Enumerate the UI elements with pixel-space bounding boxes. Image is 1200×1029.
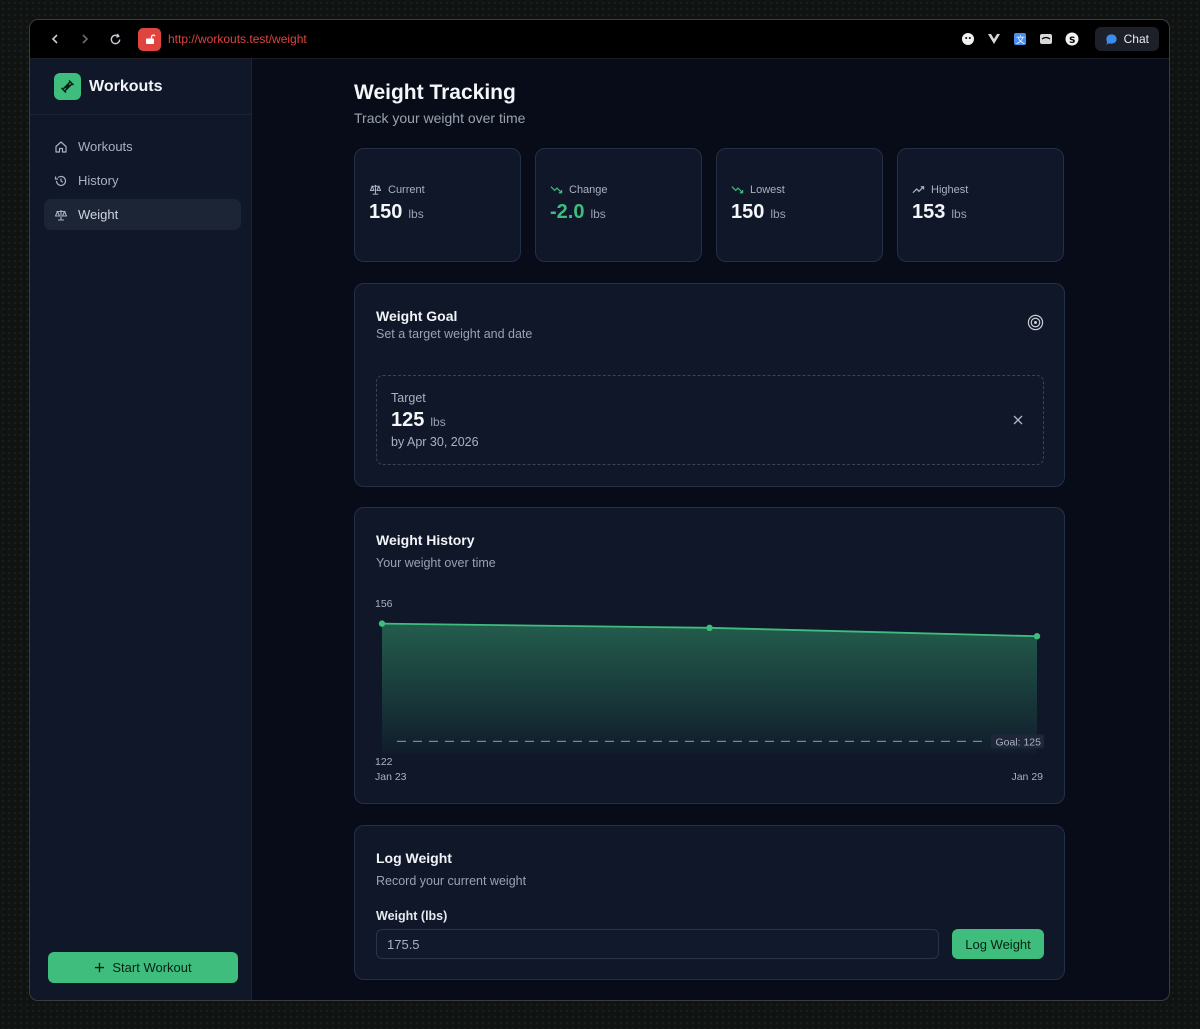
insecure-lock-button[interactable]: [138, 27, 161, 51]
stat-card-lowest: Lowest 150 lbs: [716, 148, 883, 262]
dumbbell-icon: [54, 73, 81, 100]
svg-text:文: 文: [1016, 34, 1025, 46]
chevron-left-icon: [51, 34, 58, 44]
target-label: Target: [391, 391, 426, 405]
y-tick-label: 122: [375, 756, 393, 768]
chart-area-fill: [382, 623, 1037, 754]
stat-label: Lowest: [750, 183, 785, 196]
log-subtitle: Record your current weight: [376, 874, 527, 888]
log-weight-button[interactable]: Log Weight: [952, 929, 1044, 959]
home-icon: [55, 140, 67, 153]
goal-label: Goal: 125: [995, 736, 1041, 748]
sidebar-item-label: History: [78, 173, 119, 188]
target-unit: lbs: [430, 415, 446, 429]
stat-card-highest: Highest 153 lbs: [897, 148, 1064, 262]
extension-vue-icon[interactable]: [987, 32, 1002, 47]
extension-box-icon[interactable]: [1039, 32, 1054, 47]
svg-text:S: S: [1069, 36, 1075, 46]
stat-value: -2.0: [550, 201, 585, 223]
sidebar: Workouts Workouts History Weight Start W…: [30, 59, 252, 1000]
stat-card-change: Change -2.0 lbs: [535, 148, 702, 262]
main-content: Weight Tracking Track your weight over t…: [252, 59, 1169, 1000]
brand-title: Workouts: [89, 77, 163, 95]
history-icon: [54, 175, 67, 186]
trend-down-icon: [731, 186, 744, 194]
reload-icon: [110, 33, 120, 44]
extension-circle-icon[interactable]: [961, 32, 976, 47]
chevron-right-icon: [82, 34, 89, 44]
chat-button[interactable]: Chat: [1094, 27, 1159, 51]
brand-header[interactable]: Workouts: [30, 59, 251, 115]
stat-unit: lbs: [408, 207, 424, 221]
target-value: 125: [391, 409, 425, 431]
stat-unit: lbs: [590, 207, 606, 221]
stat-label: Highest: [931, 183, 969, 196]
page-title: Weight Tracking: [354, 81, 516, 104]
target-date: by Apr 30, 2026: [391, 435, 479, 449]
sidebar-menu: Workouts History Weight: [30, 115, 251, 230]
start-workout-button[interactable]: Start Workout: [48, 952, 238, 983]
stat-unit: lbs: [951, 207, 967, 221]
stat-value: 153: [912, 201, 946, 223]
address-bar[interactable]: http://workouts.test/weight: [168, 32, 307, 46]
browser-toolbar: http://workouts.test/weight 文 S Chat: [30, 20, 1169, 59]
sidebar-item-workouts[interactable]: Workouts: [44, 131, 241, 162]
chart-point[interactable]: [706, 624, 713, 632]
sidebar-item-weight[interactable]: Weight: [44, 199, 241, 230]
y-tick-label: 156: [375, 598, 393, 610]
extension-translate-icon[interactable]: 文: [1013, 32, 1028, 47]
chat-label: Chat: [1123, 32, 1149, 46]
chat-bubble-icon: [1106, 33, 1117, 45]
reload-button[interactable]: [100, 26, 130, 52]
scale-icon: [369, 184, 382, 195]
stat-unit: lbs: [770, 207, 786, 221]
stat-label: Change: [569, 183, 608, 196]
goal-target-box: Target 125 lbs by Apr 30, 2026: [376, 375, 1044, 465]
sidebar-item-label: Workouts: [78, 139, 133, 154]
weight-chart: 156 122 Goal: 125 Jan 23 Jan 29: [375, 598, 1044, 783]
sidebar-item-history[interactable]: History: [44, 165, 241, 196]
stat-value: 150: [731, 201, 765, 223]
browser-window: http://workouts.test/weight 文 S Chat Wor…: [29, 19, 1170, 1001]
log-title: Log Weight: [376, 850, 452, 866]
goal-title: Weight Goal: [376, 308, 458, 324]
extension-s-icon[interactable]: S: [1065, 32, 1080, 47]
x-tick-label: Jan 23: [375, 771, 407, 783]
x-tick-label: Jan 29: [1011, 771, 1043, 783]
close-icon: [1013, 415, 1023, 425]
extensions-area: 文 S Chat: [961, 27, 1159, 51]
stat-label: Current: [388, 183, 425, 196]
goal-subtitle: Set a target weight and date: [376, 327, 533, 341]
back-button[interactable]: [40, 26, 70, 52]
plus-icon: [95, 962, 105, 973]
stat-value: 150: [369, 201, 403, 223]
log-weight-card: Log Weight Record your current weight We…: [354, 825, 1065, 980]
weight-history-card: Weight History Your weight over time 156…: [354, 507, 1065, 804]
sidebar-item-label: Weight: [78, 207, 119, 222]
stat-card-current: Current 150 lbs: [354, 148, 521, 262]
remove-goal-button[interactable]: [1013, 412, 1023, 428]
start-workout-label: Start Workout: [112, 960, 192, 975]
trend-down-icon: [550, 186, 563, 194]
chart-point[interactable]: [378, 620, 386, 627]
weight-goal-card: Weight Goal Set a target weight and date…: [354, 283, 1065, 487]
scale-icon: [54, 209, 68, 221]
chart-point[interactable]: [1033, 633, 1041, 640]
target-icon: [1027, 314, 1044, 331]
trend-up-icon: [912, 186, 925, 194]
weight-input[interactable]: [376, 929, 939, 959]
page-subtitle: Track your weight over time: [354, 110, 526, 126]
weight-field-label: Weight (lbs): [376, 909, 448, 923]
forward-button[interactable]: [70, 26, 100, 52]
unlocked-icon: [145, 34, 156, 44]
